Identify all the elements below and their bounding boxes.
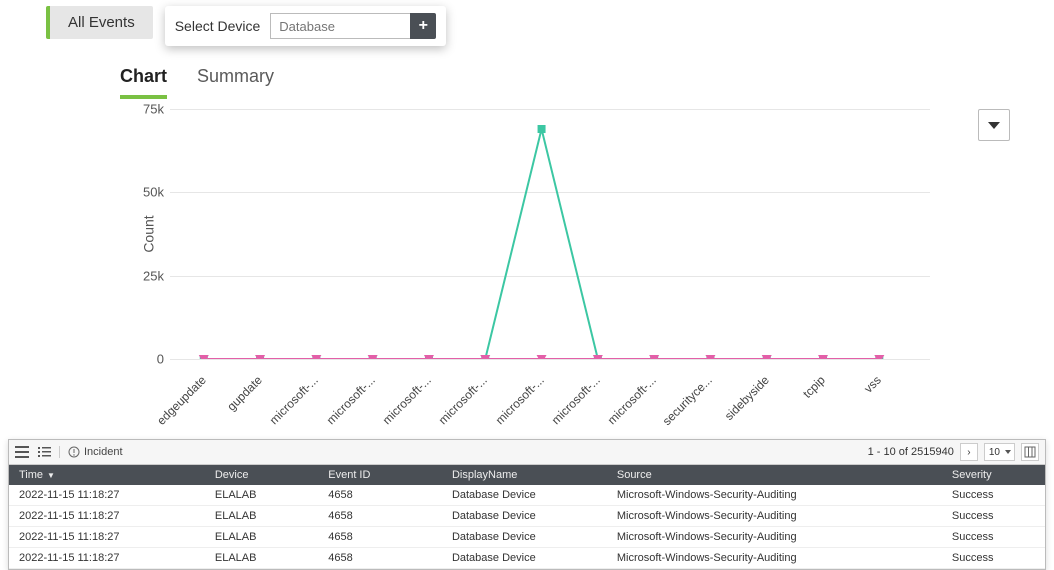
col-header[interactable]: DisplayName	[442, 465, 607, 485]
table-cell: Database Device	[442, 485, 607, 506]
grid-line	[170, 359, 930, 360]
device-selector-card: Select Device +	[165, 6, 447, 46]
add-device-button[interactable]: +	[410, 13, 436, 39]
y-tick: 25k	[128, 268, 164, 283]
table-cell: 2022-11-15 11:18:27	[9, 506, 205, 527]
col-header[interactable]: Event ID	[318, 465, 442, 485]
table-row[interactable]: 2022-11-15 11:18:27ELALAB4658Database De…	[9, 527, 1045, 548]
series-line	[204, 129, 880, 359]
table-cell: 2022-11-15 11:18:27	[9, 548, 205, 569]
table-row[interactable]: 2022-11-15 11:18:27ELALAB4658Database De…	[9, 485, 1045, 506]
events-table: Time▼DeviceEvent IDDisplayNameSourceSeve…	[9, 465, 1045, 569]
x-tick-label: vss	[862, 373, 885, 396]
incident-label: Incident	[84, 446, 123, 458]
table-cell: Microsoft-Windows-Security-Auditing	[607, 506, 942, 527]
y-axis-label: Count	[141, 215, 157, 252]
x-tick-label: sidebyside	[722, 373, 772, 423]
x-tick-label: gupdate	[224, 373, 265, 414]
x-tick-label: microsoft-...	[323, 373, 377, 427]
table-cell: Success	[942, 548, 1045, 569]
x-tick-label: microsoft-...	[605, 373, 659, 427]
incident-button[interactable]: Incident	[59, 446, 123, 458]
table-cell: ELALAB	[205, 506, 318, 527]
chart-tabs: Chart Summary	[100, 56, 960, 99]
columns-icon	[1024, 446, 1036, 458]
chart-options-button[interactable]	[978, 109, 1010, 141]
table-cell: Success	[942, 506, 1045, 527]
x-tick-label: edgeupdate	[154, 373, 209, 428]
x-tick-label: microsoft-...	[267, 373, 321, 427]
col-header[interactable]: Source	[607, 465, 942, 485]
table-panel: Incident 1 - 10 of 2515940 › 10 Time▼Dev…	[8, 439, 1046, 570]
page-size-select[interactable]: 10	[984, 443, 1015, 461]
tab-chart[interactable]: Chart	[120, 66, 167, 99]
device-input[interactable]	[270, 13, 410, 39]
table-cell: 4658	[318, 506, 442, 527]
table-toolbar: Incident 1 - 10 of 2515940 › 10	[9, 440, 1045, 465]
col-header[interactable]: Device	[205, 465, 318, 485]
table-cell: 4658	[318, 527, 442, 548]
table-cell: 2022-11-15 11:18:27	[9, 485, 205, 506]
x-tick-label: microsoft-...	[549, 373, 603, 427]
x-tick-label: tcpip	[800, 373, 828, 401]
y-tick: 50k	[128, 185, 164, 200]
table-cell: Database Device	[442, 548, 607, 569]
plot-area: Count 025k50k75kedgeupdategupdatemicroso…	[170, 109, 930, 359]
tab-all-events[interactable]: All Events	[46, 6, 153, 39]
chart-svg	[170, 109, 930, 359]
table-cell: 2022-11-15 11:18:27	[9, 527, 205, 548]
toolbar-left: Incident	[15, 446, 123, 458]
col-header[interactable]: Time▼	[9, 465, 205, 485]
page-range: 1 - 10 of 2515940	[868, 446, 954, 458]
table-cell: Success	[942, 527, 1045, 548]
x-tick-label: microsoft-...	[436, 373, 490, 427]
table-cell: Database Device	[442, 527, 607, 548]
x-tick-label: microsoft-...	[380, 373, 434, 427]
sort-desc-icon: ▼	[47, 471, 55, 480]
next-page-button[interactable]: ›	[960, 443, 978, 461]
table-cell: 4658	[318, 548, 442, 569]
device-input-wrap: +	[270, 13, 436, 39]
marker-square	[538, 125, 546, 133]
chart-card: Chart Summary Count 025k50k75kedgeupdate…	[100, 56, 960, 439]
table-cell: Microsoft-Windows-Security-Auditing	[607, 485, 942, 506]
table-cell: Microsoft-Windows-Security-Auditing	[607, 548, 942, 569]
top-row: All Events Select Device +	[0, 0, 1054, 46]
y-tick: 0	[128, 352, 164, 367]
chart-body: Count 025k50k75kedgeupdategupdatemicroso…	[100, 99, 960, 439]
table-row[interactable]: 2022-11-15 11:18:27ELALAB4658Database De…	[9, 548, 1045, 569]
table-cell: ELALAB	[205, 485, 318, 506]
chevron-down-icon	[988, 122, 1000, 129]
table-cell: Success	[942, 485, 1045, 506]
table-view-icon[interactable]	[15, 446, 29, 458]
table-head: Time▼DeviceEvent IDDisplayNameSourceSeve…	[9, 465, 1045, 485]
tab-summary[interactable]: Summary	[197, 66, 274, 99]
x-tick-label: microsoft-...	[492, 373, 546, 427]
table-cell: Microsoft-Windows-Security-Auditing	[607, 527, 942, 548]
y-tick: 75k	[128, 102, 164, 117]
table-cell: Database Device	[442, 506, 607, 527]
table-cell: 4658	[318, 485, 442, 506]
list-view-icon[interactable]	[37, 446, 51, 458]
table-row[interactable]: 2022-11-15 11:18:27ELALAB4658Database De…	[9, 506, 1045, 527]
table-body: 2022-11-15 11:18:27ELALAB4658Database De…	[9, 485, 1045, 569]
toolbar-right: 1 - 10 of 2515940 › 10	[868, 443, 1039, 461]
table-cell: ELALAB	[205, 527, 318, 548]
plus-icon: +	[419, 17, 428, 35]
x-tick-label: securityce...	[660, 373, 715, 428]
table-cell: ELALAB	[205, 548, 318, 569]
select-device-label: Select Device	[175, 18, 261, 34]
incident-icon	[68, 446, 80, 458]
col-header[interactable]: Severity	[942, 465, 1045, 485]
column-settings-button[interactable]	[1021, 443, 1039, 461]
